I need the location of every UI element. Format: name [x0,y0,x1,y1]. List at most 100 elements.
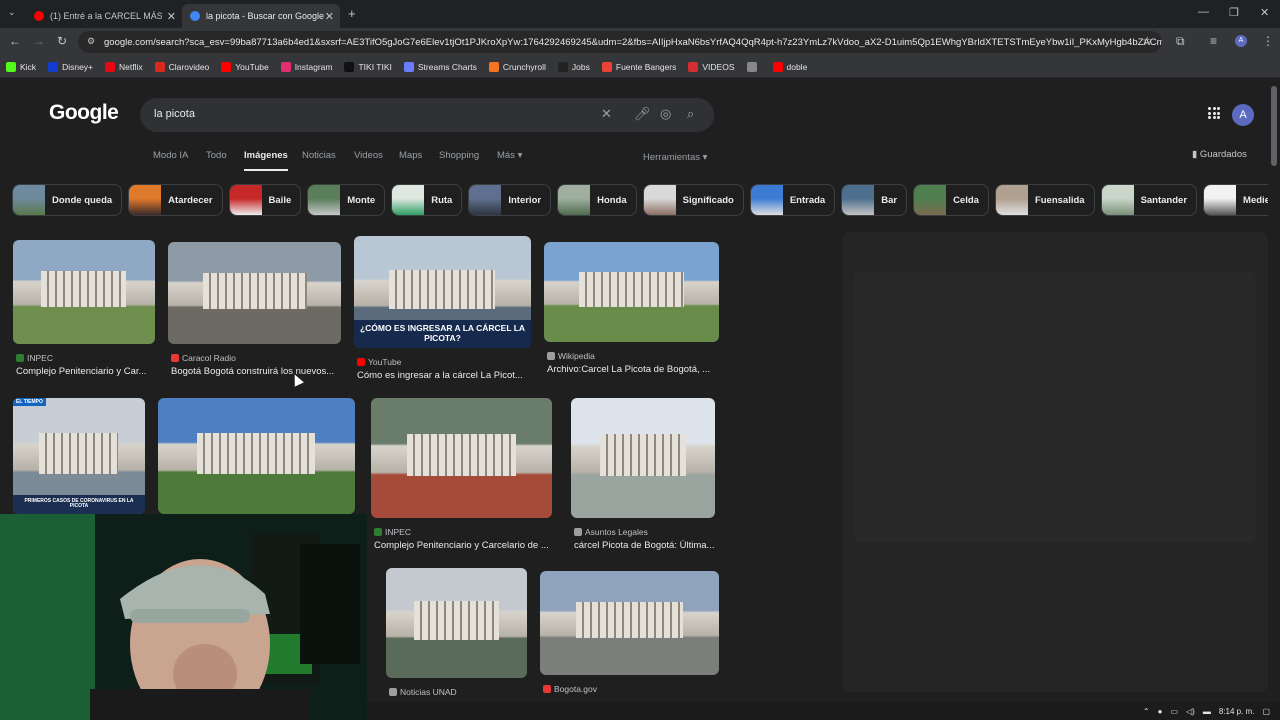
restore-button[interactable]: ❐ [1229,6,1239,19]
bookmark-item[interactable]: Streams Charts [403,61,477,72]
network-icon[interactable]: ▭ [1170,707,1178,716]
voice-search-icon[interactable]: 🎤︎ [634,106,651,122]
refinement-chip[interactable]: Baile [228,184,302,216]
microphone-icon[interactable]: ● [1158,707,1163,716]
bookmark-star-icon[interactable]: ☆ [1142,34,1153,48]
result-thumbnail[interactable] [371,398,552,518]
extensions-icon[interactable]: ⧉ [1176,34,1185,49]
result-thumbnail[interactable]: ¿CÓMO ES INGRESAR A LA CÁRCEL LA PICOTA? [354,236,531,348]
result-source[interactable]: Caracol Radio [171,353,236,363]
result-title[interactable]: Bogotá Bogotá construirá los nuevos... [171,366,364,377]
profile-icon[interactable]: A [1235,35,1247,47]
tab-todo[interactable]: Todo [206,150,227,161]
result-thumbnail[interactable] [544,242,719,342]
refinement-chip[interactable]: Donde queda [12,184,123,216]
menu-icon[interactable]: ⋮ [1262,34,1274,48]
image-result[interactable]: Caracol Radio Bogotá Bogotá construirá lo… [168,242,341,386]
bookmark-item[interactable]: TIKI TIKI [344,61,392,72]
clock[interactable]: 8:14 p. m. [1219,707,1255,716]
refinement-chip[interactable]: Santander [1100,184,1198,216]
bookmark-item[interactable] [746,61,761,72]
bookmark-item[interactable]: doble [772,61,807,72]
refinement-chip[interactable]: Fuensalida [994,184,1095,216]
back-icon[interactable]: ← [9,34,21,48]
result-title[interactable]: cárcel Picota de Bogotá: Última... [574,540,738,551]
tab-modo-ia[interactable]: Modo IA [153,150,188,161]
image-result[interactable]: ¿CÓMO ES INGRESAR A LA CÁRCEL LA PICOTA?… [354,236,531,390]
result-source[interactable]: INPEC [374,527,411,537]
volume-icon[interactable]: ◁) [1186,707,1195,716]
result-title[interactable]: Archivo:Carcel La Picota de Bogotá, ... [547,364,742,375]
bookmark-item[interactable]: Kick [6,61,36,72]
reload-icon[interactable]: ↻ [57,34,67,48]
refinement-chip[interactable]: Bar [841,184,908,216]
bookmark-item[interactable]: VIDEOS [688,61,735,72]
close-tab-icon[interactable]: ✕ [167,10,176,23]
result-source[interactable]: Bogota.gov [543,684,597,694]
image-result[interactable]: INPEC Complejo Penitenciario y Carcelario… [371,398,552,560]
search-box[interactable]: la picota ✕ 🎤︎ ◎ ⌕ [140,98,714,132]
tray-chevron-icon[interactable]: ⌃ [1143,707,1150,716]
tab-noticias[interactable]: Noticias [302,150,336,161]
saved-button[interactable]: ▮ Guardados [1192,149,1247,160]
close-tab-icon[interactable]: ✕ [325,10,334,23]
tab-videos[interactable]: Videos [354,150,383,161]
bookmark-item[interactable]: Crunchyroll [488,61,546,72]
minimize-button[interactable]: — [1198,6,1209,18]
result-thumbnail[interactable] [571,398,715,518]
image-result[interactable]: Bogota.gov [540,571,719,702]
result-thumbnail[interactable]: PRIMEROS CASOS DE CORONAVIRUS EN LA PICO… [13,398,145,514]
refinement-chip[interactable]: Medieval [1203,184,1268,216]
result-thumbnail[interactable] [386,568,527,678]
bookmark-item[interactable]: Fuente Bangers [601,61,676,72]
site-info-icon[interactable]: ⚙ [87,36,98,47]
close-window-button[interactable]: ✕ [1260,6,1269,19]
tab-youtube[interactable]: (1) Entré a la CARCEL MÁS TEMIDA ✕ [26,4,182,28]
google-logo[interactable]: Google [49,101,119,125]
scrollbar-thumb[interactable] [1271,86,1277,166]
new-tab-button[interactable]: + [348,6,356,21]
google-apps-icon[interactable] [1208,107,1220,119]
result-source[interactable]: Noticias UNAD [389,687,457,697]
image-result[interactable]: Asuntos Legales cárcel Picota de Bogotá: … [571,398,715,560]
bookmark-item[interactable]: Clarovideo [154,61,209,72]
refinement-chip[interactable]: Significado [642,184,744,216]
tab-shopping[interactable]: Shopping [439,150,479,161]
result-source[interactable]: Wikipedia [547,351,595,361]
tab-mas[interactable]: Más ▾ [497,150,522,161]
result-thumbnail[interactable] [540,571,719,675]
refinement-chip[interactable]: Atardecer [128,184,223,216]
address-bar[interactable]: ⚙ google.com/search?sca_esv=99ba87713a6b… [78,31,1162,53]
bookmark-item[interactable]: Disney+ [48,61,93,72]
battery-icon[interactable]: ▬ [1203,707,1211,716]
result-title[interactable]: Complejo Penitenciario y Car... [16,366,178,377]
bookmark-item[interactable]: Instagram [280,61,332,72]
result-title[interactable]: Complejo Penitenciario y Carcelario de .… [374,540,575,551]
refinement-chip[interactable]: Celda [913,184,989,216]
result-thumbnail[interactable] [168,242,341,344]
tab-search-icon[interactable]: ⌄ [8,7,16,18]
account-avatar[interactable]: A [1232,104,1254,126]
lens-icon[interactable]: ◎ [660,106,671,122]
forward-icon[interactable]: → [33,34,45,48]
result-thumbnail[interactable] [158,398,355,514]
image-result[interactable]: Noticias UNAD [386,568,527,702]
result-source[interactable]: INPEC [16,353,53,363]
bookmark-item[interactable]: YouTube [221,61,269,72]
media-icon[interactable]: ≡ [1210,34,1217,48]
clear-icon[interactable]: ✕ [601,106,612,122]
search-icon[interactable]: ⌕ [687,106,694,122]
page-scrollbar[interactable] [1268,78,1280,702]
image-result[interactable]: Wikipedia Archivo:Carcel La Picota de Bog… [544,242,719,384]
result-title[interactable]: Cómo es ingresar a la cárcel La Picot... [357,370,554,381]
image-result[interactable]: INPEC Complejo Penitenciario y Car... [13,240,155,386]
result-source[interactable]: Asuntos Legales [574,527,648,537]
refinement-chip[interactable]: Ruta [391,184,463,216]
notifications-icon[interactable]: ▢ [1262,707,1270,716]
refinement-chip[interactable]: Entrada [749,184,836,216]
result-thumbnail[interactable] [13,240,155,344]
bookmark-item[interactable]: Netflix [105,61,143,72]
tools-button[interactable]: Herramientas ▾ [643,152,707,163]
refinement-chip[interactable]: Monte [307,184,386,216]
refinement-chip[interactable]: Interior [468,184,552,216]
